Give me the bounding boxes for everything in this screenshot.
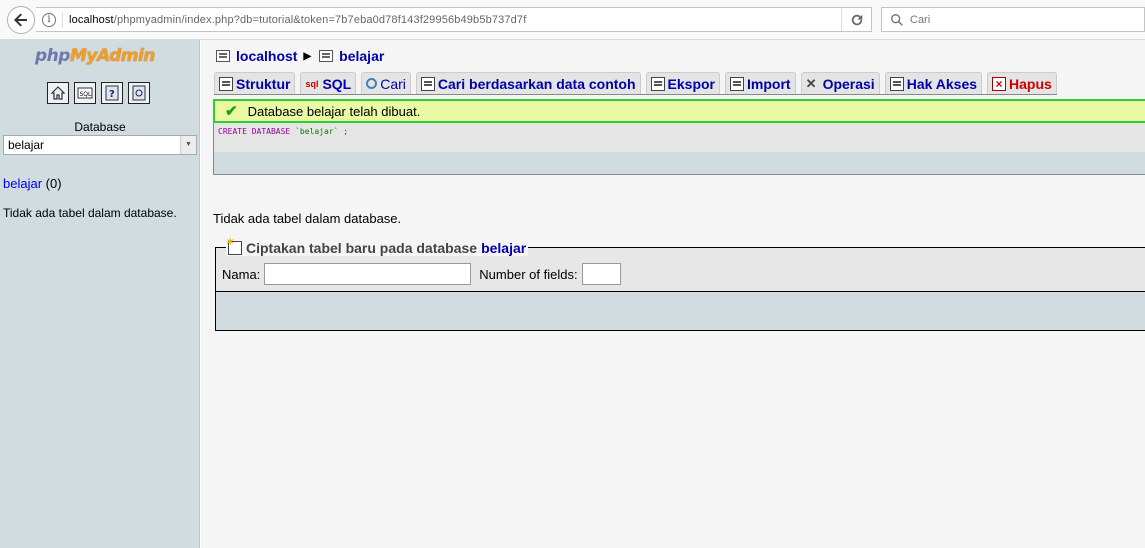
create-table-footer	[216, 291, 1145, 330]
sql-toolbar	[214, 152, 1145, 174]
tab-label: Hapus	[1009, 75, 1052, 92]
new-table-icon	[226, 237, 242, 255]
url-host: localhost	[69, 13, 114, 26]
search-icon	[891, 13, 903, 26]
database-select[interactable]: belajar ▼	[3, 135, 197, 155]
docs-icon[interactable]	[128, 82, 150, 104]
info-icon[interactable]: i	[42, 12, 56, 27]
server-icon	[216, 50, 230, 62]
help-icon[interactable]: ?	[101, 82, 123, 104]
sidebar-icon-bar: SQL ?	[47, 82, 150, 104]
sidebar-db-link[interactable]: belajar	[3, 176, 42, 191]
back-arrow-icon	[14, 13, 27, 27]
privileges-icon	[889, 76, 904, 91]
address-bar[interactable]: i localhost/phpmyadmin/index.php?db=tuto…	[36, 7, 872, 32]
number-of-fields-input[interactable]	[581, 263, 621, 285]
phpmyadmin-logo[interactable]: phpMyAdmin	[35, 46, 155, 66]
breadcrumb: localhost ▶ belajar	[216, 48, 384, 64]
create-table-fieldset: Ciptakan tabel baru pada database belaja…	[215, 237, 1145, 331]
dropdown-arrow-icon[interactable]: ▼	[180, 136, 196, 154]
structure-icon	[219, 76, 233, 91]
sql-keyword: CREATE DATABASE	[218, 127, 291, 136]
reload-button[interactable]	[841, 8, 871, 31]
checkmark-icon: ✔	[225, 103, 238, 120]
tab-label: Hak Akses	[906, 75, 978, 92]
operations-icon: ✕	[805, 75, 817, 91]
sql-identifier: `belajar`	[295, 127, 339, 136]
main-content: localhost ▶ belajar Struktur sql SQL Cari…	[201, 40, 1145, 548]
search-bar[interactable]: Cari	[881, 7, 1145, 32]
database-label: Database	[74, 120, 126, 134]
database-select-value: belajar	[8, 138, 45, 152]
sql-icon: sql	[305, 78, 319, 89]
logo-myadmin: MyAdmin	[69, 46, 155, 66]
home-icon[interactable]	[47, 82, 69, 104]
tab-operasi[interactable]: ✕ Operasi	[800, 72, 880, 94]
tab-label: Ekspor	[667, 75, 715, 92]
database-tabs: Struktur sql SQL Cari Cari berdasarkan da…	[214, 72, 1057, 95]
query-icon	[420, 76, 435, 91]
tab-hapus[interactable]: × Hapus	[987, 72, 1057, 94]
navigation-sidebar: phpMyAdmin SQL ? Database belajar ▼ bela…	[0, 40, 200, 548]
svg-text:?: ?	[109, 89, 115, 100]
tab-label: Operasi	[822, 75, 875, 92]
tab-import[interactable]: Import	[725, 72, 796, 94]
reload-icon	[851, 14, 862, 25]
breadcrumb-server[interactable]: localhost	[236, 48, 297, 64]
create-table-legend: Ciptakan tabel baru pada database belaja…	[226, 237, 529, 256]
sql-code: CREATE DATABASE `belajar` ;	[214, 123, 1145, 152]
export-icon	[650, 76, 665, 91]
create-table-db-name: belajar	[481, 240, 527, 256]
url-path: /phpmyadmin/index.php?db=tutorial&token=…	[113, 13, 527, 26]
breadcrumb-arrow-icon: ▶	[303, 50, 312, 62]
tab-cari[interactable]: Cari	[361, 72, 411, 94]
create-table-form: Nama: Number of fields:	[222, 263, 621, 285]
sidebar-db-count: (0)	[45, 176, 62, 191]
breadcrumb-database[interactable]: belajar	[339, 48, 384, 64]
success-message: ✔ Database belajar telah dibuat.	[213, 99, 1145, 123]
tab-label: Cari berdasarkan data contoh	[437, 75, 636, 92]
no-tables-text: Tidak ada tabel dalam database.	[213, 211, 402, 226]
import-icon	[730, 76, 744, 91]
create-table-text: Ciptakan tabel baru pada database	[246, 240, 478, 256]
name-label: Nama:	[222, 266, 261, 282]
tab-struktur[interactable]: Struktur	[214, 72, 296, 94]
svg-text:SQL: SQL	[80, 91, 93, 98]
success-text: Database belajar telah dibuat.	[247, 103, 421, 119]
search-placeholder: Cari	[910, 13, 931, 26]
tab-query-by-example[interactable]: Cari berdasarkan data contoh	[415, 72, 641, 94]
sql-query-box: CREATE DATABASE `belajar` ;	[213, 123, 1145, 175]
tab-ekspor[interactable]: Ekspor	[645, 72, 720, 94]
sidebar-no-tables-text: Tidak ada tabel dalam database.	[3, 206, 177, 220]
tab-label: Cari	[380, 75, 406, 92]
sidebar-db-entry: belajar (0)	[3, 176, 62, 191]
tab-label: SQL	[322, 75, 352, 92]
browser-toolbar: i localhost/phpmyadmin/index.php?db=tuto…	[0, 0, 1145, 40]
drop-icon: ×	[992, 76, 1007, 91]
tab-label: Struktur	[236, 75, 291, 92]
tab-hak-akses[interactable]: Hak Akses	[884, 72, 983, 94]
logo-php: php	[35, 46, 70, 66]
sql-query-icon[interactable]: SQL	[74, 82, 96, 104]
tab-label: Import	[747, 75, 791, 92]
url-text[interactable]: localhost/phpmyadmin/index.php?db=tutori…	[69, 14, 526, 26]
table-name-input[interactable]	[264, 263, 472, 285]
fields-label: Number of fields:	[479, 266, 578, 282]
sql-terminator: ;	[343, 127, 349, 136]
url-separator	[62, 11, 63, 28]
database-icon	[319, 50, 334, 62]
back-button[interactable]	[7, 6, 35, 34]
tab-sql[interactable]: sql SQL	[300, 72, 357, 94]
search-icon	[366, 78, 378, 89]
